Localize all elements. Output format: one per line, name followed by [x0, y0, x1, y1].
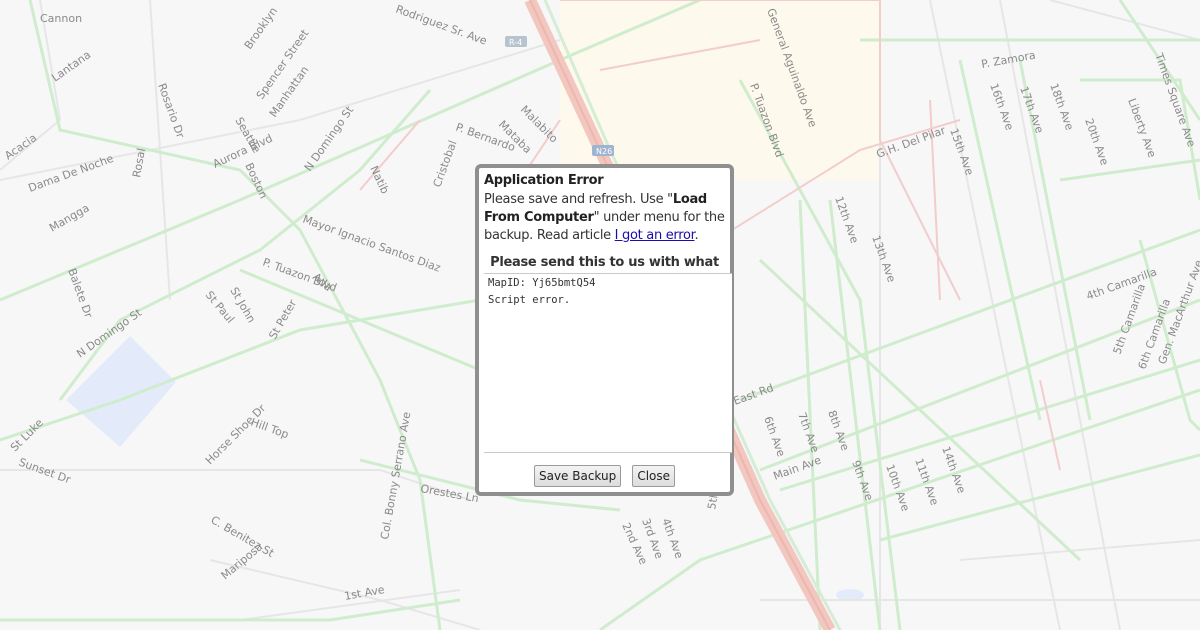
error-report-textarea[interactable]: MapID: Yj65bmtQ54 Script error.	[484, 273, 732, 453]
street-label: Cannon	[40, 12, 82, 25]
i-got-an-error-link[interactable]: I got an error	[615, 228, 695, 243]
close-button[interactable]: Close	[632, 465, 676, 487]
save-backup-button[interactable]: Save Backup	[533, 465, 622, 487]
dialog-message: Please save and refresh. Use "Load From …	[484, 191, 728, 245]
application-error-dialog: Application Error Please save and refres…	[475, 164, 734, 496]
dialog-buttons: Save Backup Close	[479, 465, 730, 487]
dialog-title: Application Error	[484, 173, 604, 188]
highway-shield-label: N26	[596, 147, 612, 156]
highway-shield-label: R-4	[509, 38, 522, 47]
message-text-end: .	[694, 228, 699, 243]
message-text-part1: Please save and refresh. Use "	[484, 192, 673, 207]
